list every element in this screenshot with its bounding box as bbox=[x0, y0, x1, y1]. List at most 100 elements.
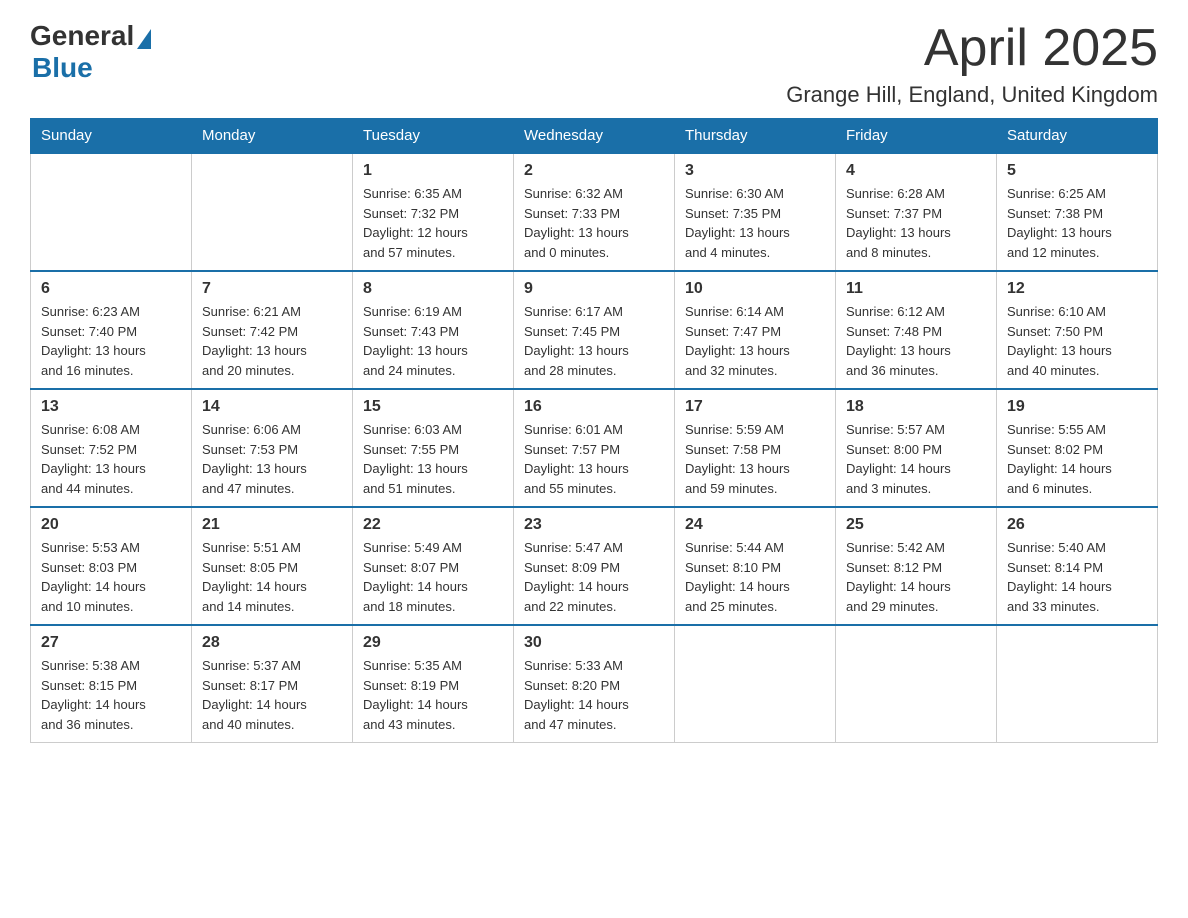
calendar-cell: 28 Sunrise: 5:37 AM Sunset: 8:17 PM Dayli… bbox=[192, 625, 353, 743]
calendar-cell: 17 Sunrise: 5:59 AM Sunset: 7:58 PM Dayli… bbox=[675, 389, 836, 507]
week-row-5: 27 Sunrise: 5:38 AM Sunset: 8:15 PM Dayli… bbox=[31, 625, 1158, 743]
day-number: 26 bbox=[1007, 516, 1147, 534]
day-info: Sunrise: 6:25 AM Sunset: 7:38 PM Dayligh… bbox=[1007, 184, 1147, 262]
day-number: 18 bbox=[846, 398, 986, 416]
week-row-3: 13Sunrise: 6:08 AM Sunset: 7:52 PM Dayli… bbox=[31, 389, 1158, 507]
calendar-cell: 19Sunrise: 5:55 AM Sunset: 8:02 PM Dayli… bbox=[997, 389, 1158, 507]
calendar-cell: 14 Sunrise: 6:06 AM Sunset: 7:53 PM Dayli… bbox=[192, 389, 353, 507]
calendar-cell: 7 Sunrise: 6:21 AM Sunset: 7:42 PM Daylig… bbox=[192, 271, 353, 389]
col-header-sunday: Sunday bbox=[31, 119, 192, 154]
day-number: 7 bbox=[202, 280, 342, 298]
calendar-cell: 30 Sunrise: 5:33 AM Sunset: 8:20 PM Dayli… bbox=[514, 625, 675, 743]
logo-triangle-icon bbox=[137, 29, 151, 49]
location-title: Grange Hill, England, United Kingdom bbox=[786, 82, 1158, 108]
calendar-cell: 20 Sunrise: 5:53 AM Sunset: 8:03 PM Dayli… bbox=[31, 507, 192, 625]
calendar-cell: 12Sunrise: 6:10 AM Sunset: 7:50 PM Dayli… bbox=[997, 271, 1158, 389]
day-number: 24 bbox=[685, 516, 825, 534]
week-row-4: 20 Sunrise: 5:53 AM Sunset: 8:03 PM Dayli… bbox=[31, 507, 1158, 625]
calendar-cell: 15 Sunrise: 6:03 AM Sunset: 7:55 PM Dayli… bbox=[353, 389, 514, 507]
calendar-cell: 21 Sunrise: 5:51 AM Sunset: 8:05 PM Dayli… bbox=[192, 507, 353, 625]
week-row-1: 1 Sunrise: 6:35 AM Sunset: 7:32 PM Daylig… bbox=[31, 153, 1158, 271]
calendar-cell: 1 Sunrise: 6:35 AM Sunset: 7:32 PM Daylig… bbox=[353, 153, 514, 271]
calendar-cell bbox=[31, 153, 192, 271]
day-number: 5 bbox=[1007, 162, 1147, 180]
day-info: Sunrise: 6:32 AM Sunset: 7:33 PM Dayligh… bbox=[524, 184, 664, 262]
day-number: 28 bbox=[202, 634, 342, 652]
day-info: Sunrise: 5:38 AM Sunset: 8:15 PM Dayligh… bbox=[41, 656, 181, 734]
day-number: 15 bbox=[363, 398, 503, 416]
day-info: Sunrise: 5:57 AM Sunset: 8:00 PM Dayligh… bbox=[846, 420, 986, 498]
col-header-wednesday: Wednesday bbox=[514, 119, 675, 154]
calendar-cell: 22Sunrise: 5:49 AM Sunset: 8:07 PM Dayli… bbox=[353, 507, 514, 625]
week-row-2: 6Sunrise: 6:23 AM Sunset: 7:40 PM Daylig… bbox=[31, 271, 1158, 389]
calendar-cell: 3Sunrise: 6:30 AM Sunset: 7:35 PM Daylig… bbox=[675, 153, 836, 271]
calendar-cell: 16 Sunrise: 6:01 AM Sunset: 7:57 PM Dayli… bbox=[514, 389, 675, 507]
logo-general-text: General bbox=[30, 20, 134, 52]
col-header-saturday: Saturday bbox=[997, 119, 1158, 154]
page-header: General Blue April 2025 Grange Hill, Eng… bbox=[30, 20, 1158, 108]
day-number: 22 bbox=[363, 516, 503, 534]
day-number: 21 bbox=[202, 516, 342, 534]
day-info: Sunrise: 6:21 AM Sunset: 7:42 PM Dayligh… bbox=[202, 302, 342, 380]
day-info: Sunrise: 6:28 AM Sunset: 7:37 PM Dayligh… bbox=[846, 184, 986, 262]
calendar-cell: 11Sunrise: 6:12 AM Sunset: 7:48 PM Dayli… bbox=[836, 271, 997, 389]
day-number: 10 bbox=[685, 280, 825, 298]
day-number: 27 bbox=[41, 634, 181, 652]
calendar-cell: 13Sunrise: 6:08 AM Sunset: 7:52 PM Dayli… bbox=[31, 389, 192, 507]
col-header-thursday: Thursday bbox=[675, 119, 836, 154]
calendar-cell bbox=[836, 625, 997, 743]
day-info: Sunrise: 5:51 AM Sunset: 8:05 PM Dayligh… bbox=[202, 538, 342, 616]
day-number: 25 bbox=[846, 516, 986, 534]
day-number: 20 bbox=[41, 516, 181, 534]
calendar-cell: 27 Sunrise: 5:38 AM Sunset: 8:15 PM Dayli… bbox=[31, 625, 192, 743]
calendar-cell: 4 Sunrise: 6:28 AM Sunset: 7:37 PM Daylig… bbox=[836, 153, 997, 271]
calendar-cell: 2Sunrise: 6:32 AM Sunset: 7:33 PM Daylig… bbox=[514, 153, 675, 271]
day-info: Sunrise: 5:35 AM Sunset: 8:19 PM Dayligh… bbox=[363, 656, 503, 734]
calendar-cell: 8Sunrise: 6:19 AM Sunset: 7:43 PM Daylig… bbox=[353, 271, 514, 389]
day-info: Sunrise: 5:40 AM Sunset: 8:14 PM Dayligh… bbox=[1007, 538, 1147, 616]
calendar-cell: 6Sunrise: 6:23 AM Sunset: 7:40 PM Daylig… bbox=[31, 271, 192, 389]
day-info: Sunrise: 6:08 AM Sunset: 7:52 PM Dayligh… bbox=[41, 420, 181, 498]
calendar-cell: 29 Sunrise: 5:35 AM Sunset: 8:19 PM Dayli… bbox=[353, 625, 514, 743]
day-number: 12 bbox=[1007, 280, 1147, 298]
calendar-cell: 23 Sunrise: 5:47 AM Sunset: 8:09 PM Dayli… bbox=[514, 507, 675, 625]
day-info: Sunrise: 6:14 AM Sunset: 7:47 PM Dayligh… bbox=[685, 302, 825, 380]
day-number: 19 bbox=[1007, 398, 1147, 416]
day-number: 1 bbox=[363, 162, 503, 180]
calendar-cell: 5 Sunrise: 6:25 AM Sunset: 7:38 PM Daylig… bbox=[997, 153, 1158, 271]
day-info: Sunrise: 5:37 AM Sunset: 8:17 PM Dayligh… bbox=[202, 656, 342, 734]
day-number: 30 bbox=[524, 634, 664, 652]
col-header-tuesday: Tuesday bbox=[353, 119, 514, 154]
col-header-monday: Monday bbox=[192, 119, 353, 154]
day-info: Sunrise: 6:06 AM Sunset: 7:53 PM Dayligh… bbox=[202, 420, 342, 498]
day-info: Sunrise: 6:12 AM Sunset: 7:48 PM Dayligh… bbox=[846, 302, 986, 380]
day-info: Sunrise: 5:47 AM Sunset: 8:09 PM Dayligh… bbox=[524, 538, 664, 616]
calendar-cell bbox=[997, 625, 1158, 743]
day-number: 29 bbox=[363, 634, 503, 652]
day-info: Sunrise: 5:42 AM Sunset: 8:12 PM Dayligh… bbox=[846, 538, 986, 616]
day-info: Sunrise: 6:03 AM Sunset: 7:55 PM Dayligh… bbox=[363, 420, 503, 498]
day-info: Sunrise: 6:35 AM Sunset: 7:32 PM Dayligh… bbox=[363, 184, 503, 262]
day-number: 4 bbox=[846, 162, 986, 180]
calendar-header-row: SundayMondayTuesdayWednesdayThursdayFrid… bbox=[31, 119, 1158, 154]
col-header-friday: Friday bbox=[836, 119, 997, 154]
calendar-cell: 26 Sunrise: 5:40 AM Sunset: 8:14 PM Dayli… bbox=[997, 507, 1158, 625]
day-number: 16 bbox=[524, 398, 664, 416]
day-info: Sunrise: 5:59 AM Sunset: 7:58 PM Dayligh… bbox=[685, 420, 825, 498]
day-number: 9 bbox=[524, 280, 664, 298]
day-info: Sunrise: 6:23 AM Sunset: 7:40 PM Dayligh… bbox=[41, 302, 181, 380]
logo-blue-text: Blue bbox=[32, 52, 93, 84]
day-info: Sunrise: 5:33 AM Sunset: 8:20 PM Dayligh… bbox=[524, 656, 664, 734]
day-number: 23 bbox=[524, 516, 664, 534]
calendar-cell: 10 Sunrise: 6:14 AM Sunset: 7:47 PM Dayli… bbox=[675, 271, 836, 389]
day-info: Sunrise: 6:01 AM Sunset: 7:57 PM Dayligh… bbox=[524, 420, 664, 498]
day-info: Sunrise: 5:53 AM Sunset: 8:03 PM Dayligh… bbox=[41, 538, 181, 616]
day-number: 3 bbox=[685, 162, 825, 180]
day-info: Sunrise: 6:19 AM Sunset: 7:43 PM Dayligh… bbox=[363, 302, 503, 380]
month-title: April 2025 bbox=[786, 20, 1158, 77]
day-number: 14 bbox=[202, 398, 342, 416]
day-number: 17 bbox=[685, 398, 825, 416]
calendar-table: SundayMondayTuesdayWednesdayThursdayFrid… bbox=[30, 118, 1158, 743]
title-block: April 2025 Grange Hill, England, United … bbox=[786, 20, 1158, 108]
calendar-cell: 25 Sunrise: 5:42 AM Sunset: 8:12 PM Dayli… bbox=[836, 507, 997, 625]
